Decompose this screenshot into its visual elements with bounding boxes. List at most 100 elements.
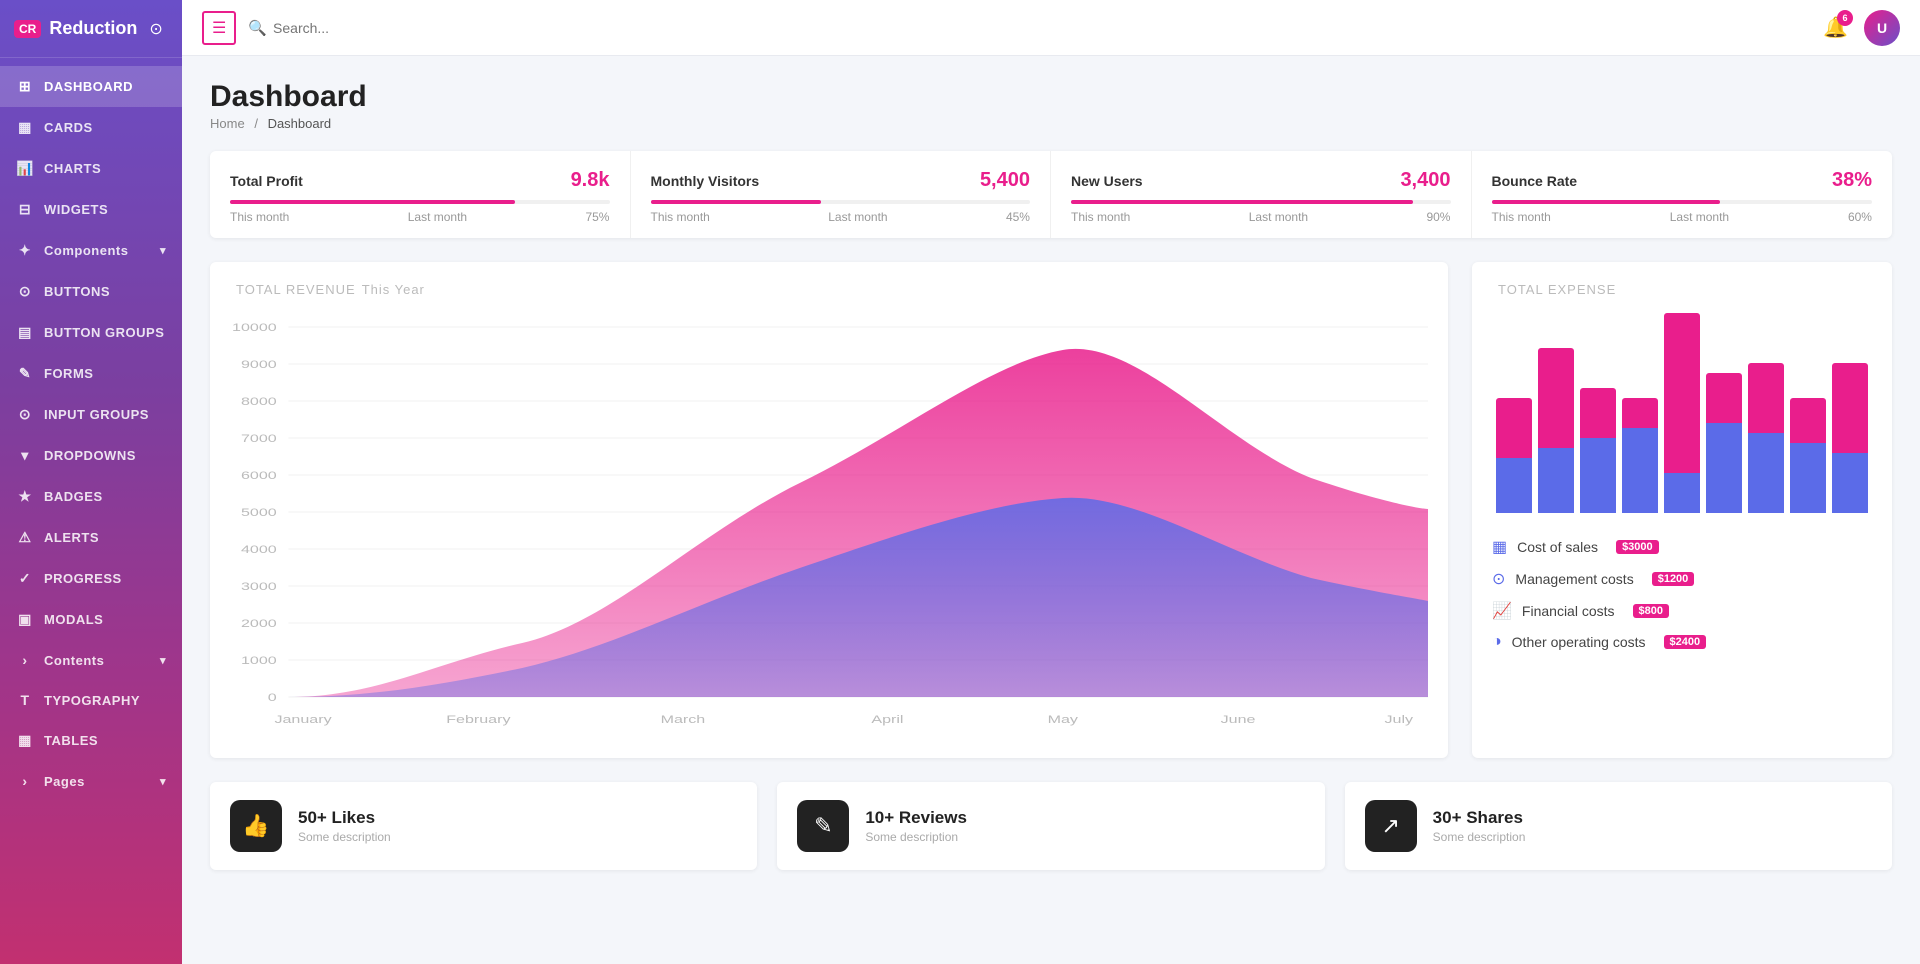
sidebar-item-label: Contents xyxy=(44,653,104,668)
legend-label: Other operating costs xyxy=(1512,634,1646,650)
logo-badge: CR xyxy=(14,20,41,38)
legend-other-costs: ◑ Other operating costs $2400 xyxy=(1492,633,1872,651)
buttons-icon: ⊙ xyxy=(16,283,34,300)
stat-this-month: This month xyxy=(1492,210,1551,224)
stat-last-month: Last month xyxy=(828,210,887,224)
reviews-icon: ✎ xyxy=(797,800,849,852)
stat-value: 5,400 xyxy=(980,169,1030,192)
sidebar-item-label: BUTTONS xyxy=(44,284,110,299)
svg-text:May: May xyxy=(1048,713,1078,725)
bottom-cards-row: 👍 50+ Likes Some description ✎ 10+ Revie… xyxy=(210,782,1892,870)
sidebar-item-buttons[interactable]: ⊙ BUTTONS xyxy=(0,271,182,312)
svg-text:9000: 9000 xyxy=(241,358,277,370)
likes-icon: 👍 xyxy=(230,800,282,852)
sidebar-item-modals[interactable]: ▣ MODALS xyxy=(0,599,182,640)
stat-last-month: Last month xyxy=(408,210,467,224)
avatar[interactable]: U xyxy=(1864,10,1900,46)
legend-financial-costs: 📈 Financial costs $800 xyxy=(1492,601,1872,621)
sidebar-item-forms[interactable]: ✎ FORMS xyxy=(0,353,182,394)
financial-costs-icon: 📈 xyxy=(1492,601,1512,621)
sidebar-item-alerts[interactable]: ⚠ ALERTS xyxy=(0,517,182,558)
stat-label: Bounce Rate xyxy=(1492,173,1578,189)
revenue-chart-title: TOTAL REVENUEThis Year xyxy=(230,282,1428,297)
notification-bell[interactable]: 🔔 6 xyxy=(1823,15,1848,40)
bottom-card-reviews: ✎ 10+ Reviews Some description xyxy=(777,782,1324,870)
reviews-value: 10+ Reviews xyxy=(865,808,967,828)
svg-text:4000: 4000 xyxy=(241,543,277,555)
dashboard-icon: ⊞ xyxy=(16,78,34,95)
legend-cost-of-sales: ▦ Cost of sales $3000 xyxy=(1492,537,1872,557)
likes-label: Some description xyxy=(298,830,391,844)
modals-icon: ▣ xyxy=(16,611,34,628)
svg-text:0: 0 xyxy=(268,691,277,703)
sidebar-item-widgets[interactable]: ⊟ WIDGETS xyxy=(0,189,182,230)
button-groups-icon: ▤ xyxy=(16,324,34,341)
search-input[interactable] xyxy=(273,20,473,36)
management-costs-icon: ⊙ xyxy=(1492,569,1505,589)
stat-percent: 90% xyxy=(1426,210,1450,224)
likes-value: 50+ Likes xyxy=(298,808,391,828)
chevron-down-icon: ▾ xyxy=(160,244,166,257)
stat-percent: 75% xyxy=(585,210,609,224)
sidebar-item-progress[interactable]: ✓ PROGRESS xyxy=(0,558,182,599)
stat-value: 38% xyxy=(1832,169,1872,192)
breadcrumb-separator: / xyxy=(254,116,258,131)
bottom-card-shares: ↗ 30+ Shares Some description xyxy=(1345,782,1892,870)
sidebar-item-label: BADGES xyxy=(44,489,103,504)
svg-text:7000: 7000 xyxy=(241,432,277,444)
sidebar-item-cards[interactable]: ▦ CARDS xyxy=(0,107,182,148)
expense-legend: ▦ Cost of sales $3000 ⊙ Management costs… xyxy=(1492,537,1872,651)
sidebar-item-pages[interactable]: › Pages ▾ xyxy=(0,761,182,801)
svg-text:January: January xyxy=(274,713,331,725)
expense-chart-title: TOTAL EXPENSE xyxy=(1492,282,1872,297)
sidebar-item-label: FORMS xyxy=(44,366,93,381)
charts-icon: 📊 xyxy=(16,160,34,177)
sidebar-item-label: Pages xyxy=(44,774,85,789)
shares-value: 30+ Shares xyxy=(1433,808,1526,828)
sidebar-item-typography[interactable]: T TYPOGRAPHY xyxy=(0,680,182,720)
sidebar-item-label: TYPOGRAPHY xyxy=(44,693,140,708)
sidebar-item-components[interactable]: ✦ Components ▾ xyxy=(0,230,182,271)
stat-label: Total Profit xyxy=(230,173,303,189)
stat-new-users: New Users 3,400 This month Last month 90… xyxy=(1051,151,1472,238)
sidebar-item-dropdowns[interactable]: ▾ DROPDOWNS xyxy=(0,435,182,476)
breadcrumb-home[interactable]: Home xyxy=(210,116,245,131)
main-area: ☰ 🔍 🔔 6 U Dashboard Home / Dashboard xyxy=(182,0,1920,964)
svg-text:10000: 10000 xyxy=(232,321,277,333)
topbar: ☰ 🔍 🔔 6 U xyxy=(182,0,1920,56)
sidebar-item-badges[interactable]: ★ BADGES xyxy=(0,476,182,517)
stat-value: 3,400 xyxy=(1400,169,1450,192)
sidebar-item-label: WIDGETS xyxy=(44,202,108,217)
input-groups-icon: ⊙ xyxy=(16,406,34,423)
alerts-icon: ⚠ xyxy=(16,529,34,546)
menu-button[interactable]: ☰ xyxy=(202,11,236,45)
sidebar-item-label: MODALS xyxy=(44,612,103,627)
svg-text:3000: 3000 xyxy=(241,580,277,592)
shares-icon: ↗ xyxy=(1365,800,1417,852)
svg-text:5000: 5000 xyxy=(241,506,277,518)
sidebar-item-button-groups[interactable]: ▤ BUTTON GROUPS xyxy=(0,312,182,353)
sidebar-item-dashboard[interactable]: ⊞ DASHBOARD xyxy=(0,66,182,107)
sidebar-item-contents[interactable]: › Contents ▾ xyxy=(0,640,182,680)
stat-percent: 60% xyxy=(1848,210,1872,224)
sidebar-item-label: INPUT GROUPS xyxy=(44,407,149,422)
expense-chart-card: TOTAL EXPENSE xyxy=(1472,262,1892,758)
tables-icon: ▦ xyxy=(16,732,34,749)
stat-last-month: Last month xyxy=(1670,210,1729,224)
contents-icon: › xyxy=(16,652,34,668)
search-icon: 🔍 xyxy=(248,19,267,37)
sidebar-item-input-groups[interactable]: ⊙ INPUT GROUPS xyxy=(0,394,182,435)
sidebar-item-label: Components xyxy=(44,243,128,258)
sidebar-item-label: DROPDOWNS xyxy=(44,448,136,463)
sidebar-item-label: DASHBOARD xyxy=(44,79,133,94)
typography-icon: T xyxy=(16,692,34,708)
sidebar-item-tables[interactable]: ▦ TABLES xyxy=(0,720,182,761)
sidebar: CR Reduction ⊙ ⊞ DASHBOARD ▦ CARDS 📊 CHA… xyxy=(0,0,182,964)
stat-monthly-visitors: Monthly Visitors 5,400 This month Last m… xyxy=(631,151,1052,238)
sidebar-item-charts[interactable]: 📊 CHARTS xyxy=(0,148,182,189)
logo-text: Reduction xyxy=(49,18,137,39)
stat-value: 9.8k xyxy=(571,169,610,192)
sidebar-logo: CR Reduction ⊙ xyxy=(0,0,182,58)
stat-this-month: This month xyxy=(230,210,289,224)
stat-label: New Users xyxy=(1071,173,1143,189)
